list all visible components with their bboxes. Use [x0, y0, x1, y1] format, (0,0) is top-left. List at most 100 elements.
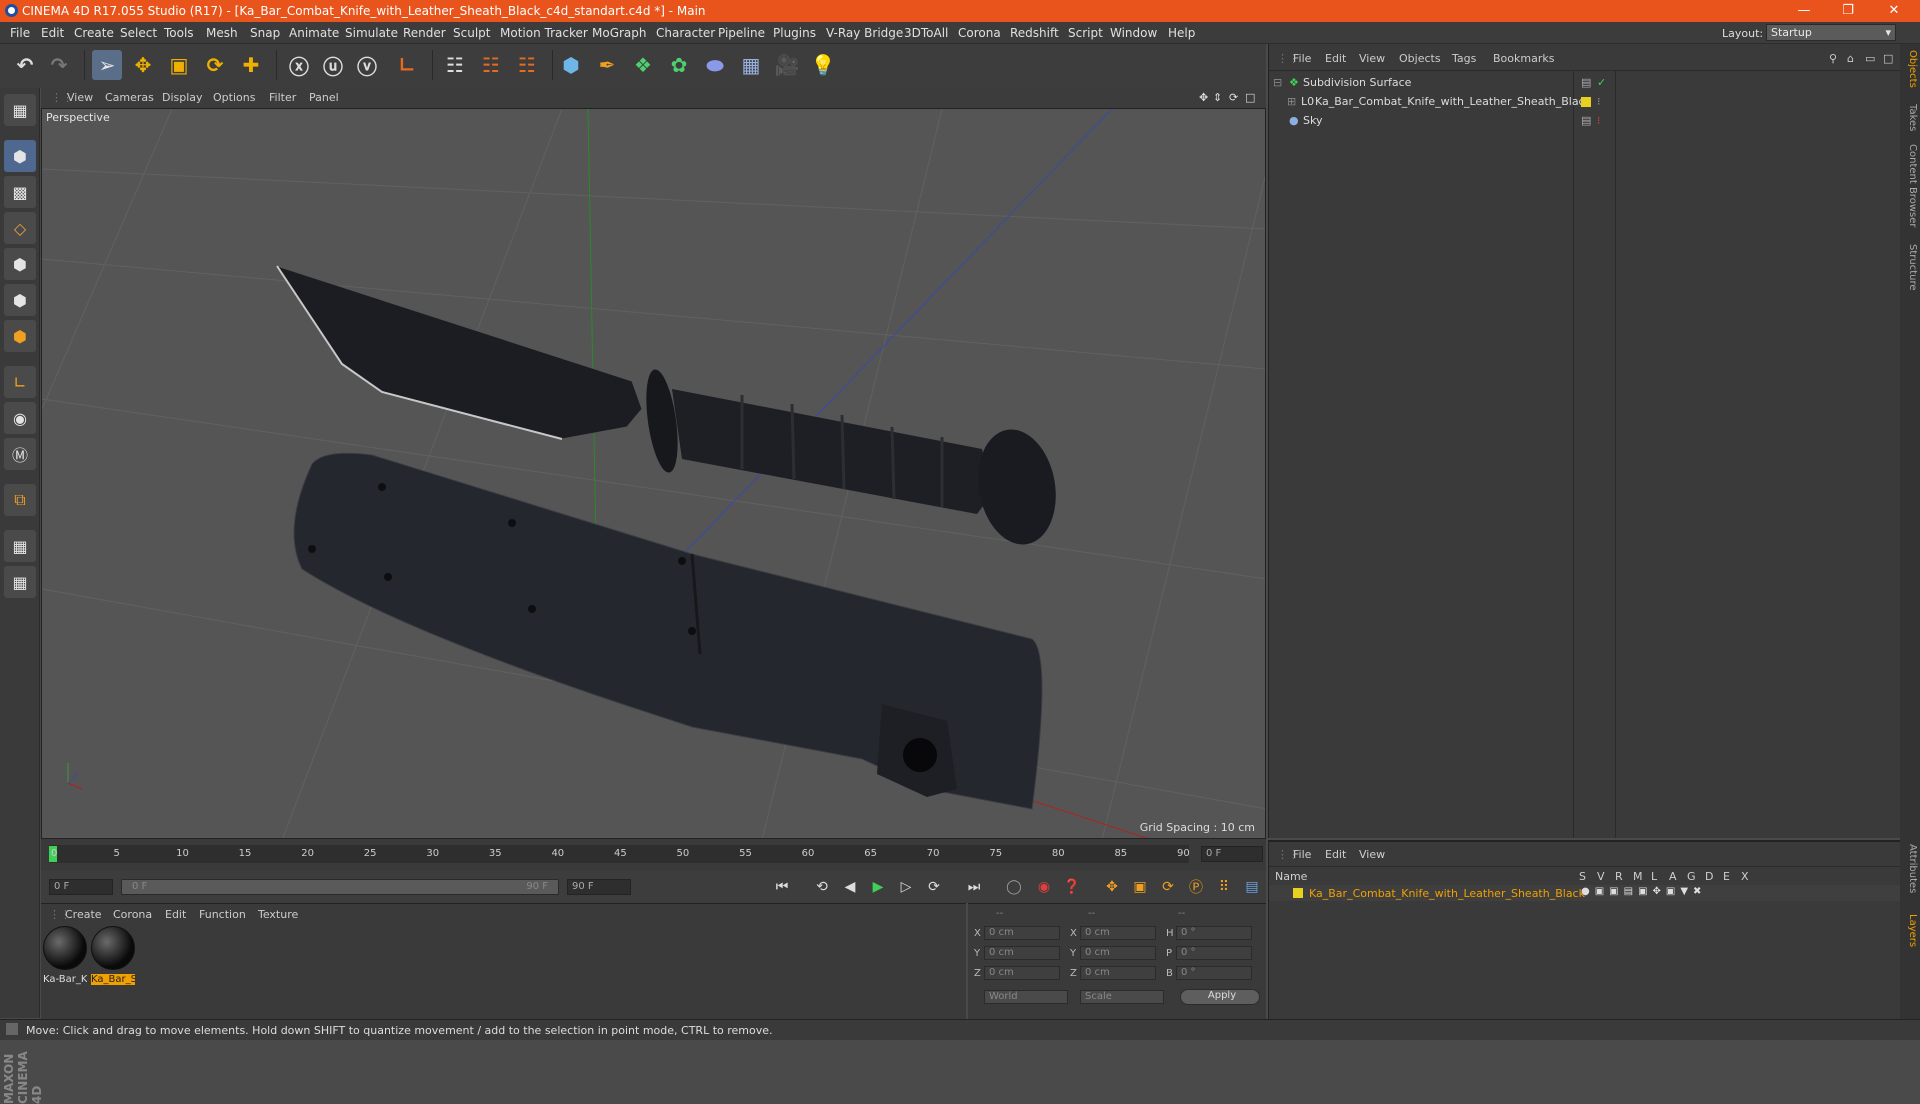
tweak-mode-icon[interactable]: ◉	[4, 402, 36, 434]
viewport-menu-display[interactable]: Display	[162, 91, 203, 104]
key-rotation-icon[interactable]: ⟳	[1157, 876, 1179, 898]
viewport-menu-cameras[interactable]: Cameras	[105, 91, 154, 104]
obj-menu-view[interactable]: View	[1359, 52, 1385, 65]
workplane-align-icon[interactable]: ▦	[4, 566, 36, 598]
viewport-menu-panel[interactable]: Panel	[309, 91, 339, 104]
layout-select[interactable]: Startup ▾	[1766, 24, 1896, 41]
model-mode-icon[interactable]: ⬢	[4, 140, 36, 172]
points-mode-icon[interactable]: ⬢	[4, 248, 36, 280]
rotation-b-field[interactable]: 0 °	[1176, 966, 1252, 980]
size-z-field[interactable]: 0 cm	[1080, 966, 1156, 980]
object-row[interactable]: ⊟ ❖ Subdivision Surface ▤ ✓	[1269, 74, 1901, 92]
edges-mode-icon[interactable]: ⬢	[4, 284, 36, 316]
mat-menu-texture[interactable]: Texture	[258, 908, 298, 921]
home-icon[interactable]: ⌂	[1847, 52, 1854, 65]
maximize-view-icon[interactable]: □	[1245, 91, 1255, 104]
visibility-icon[interactable]: ▤	[1581, 76, 1591, 89]
key-position-icon[interactable]: ✥	[1101, 876, 1123, 898]
material-swatch[interactable]	[43, 926, 87, 970]
prev-frame-icon[interactable]: ◀	[839, 876, 861, 898]
menu-snap[interactable]: Snap	[250, 26, 280, 40]
key-scale-icon[interactable]: ▣	[1129, 876, 1151, 898]
object-row[interactable]: ● Sky ▤ ⁝	[1269, 112, 1901, 130]
material-swatch[interactable]	[91, 926, 135, 970]
go-to-start-icon[interactable]: ⏮	[771, 876, 793, 898]
tab-layers[interactable]: Layers	[1902, 914, 1918, 947]
menu-create[interactable]: Create	[74, 26, 114, 40]
last-tool-icon[interactable]: ✚	[236, 50, 266, 80]
enabled-check-icon[interactable]: ✓	[1597, 76, 1606, 89]
rotation-p-field[interactable]: 0 °	[1176, 946, 1252, 960]
obj-menu-file[interactable]: File	[1293, 52, 1311, 65]
cube-icon[interactable]: ⬢	[556, 50, 586, 80]
y-axis-icon[interactable]: ⓤ	[318, 50, 348, 80]
rotate-view-icon[interactable]: ⟳	[1229, 91, 1238, 104]
object-row[interactable]: ⊞ L0 Ka_Bar_Combat_Knife_with_Leather_Sh…	[1269, 93, 1901, 111]
minimize-icon[interactable]: —	[1794, 3, 1814, 18]
timeline-window-icon[interactable]: ▤	[1241, 876, 1263, 898]
layer-menu-view[interactable]: View	[1359, 848, 1385, 861]
render-settings-icon[interactable]: ☷	[512, 50, 542, 80]
world-dropdown[interactable]: World	[984, 990, 1068, 1004]
zoom-view-icon[interactable]: ⇕	[1213, 91, 1222, 104]
menu-file[interactable]: File	[10, 26, 30, 40]
tab-attributes[interactable]: Attributes	[1902, 844, 1918, 893]
texture-mode-icon[interactable]: ▩	[4, 176, 36, 208]
tab-objects[interactable]: Objects	[1902, 50, 1918, 88]
timeline-ruler[interactable]: 0 5 10 15 20 25 30 35 40 45 50 55 60 65 70 75 80 85 90 0 F	[41, 839, 1266, 871]
menu-mograph[interactable]: MoGraph	[592, 26, 647, 40]
size-y-field[interactable]: 0 cm	[1080, 946, 1156, 960]
move-view-icon[interactable]: ✥	[1199, 91, 1208, 104]
layer-menu-file[interactable]: File	[1293, 848, 1311, 861]
obj-menu-bookmarks[interactable]: Bookmarks	[1493, 52, 1554, 65]
coordinate-system-icon[interactable]: ∟	[392, 50, 422, 80]
position-z-field[interactable]: 0 cm	[984, 966, 1060, 980]
workplane-lock-icon[interactable]: ▦	[4, 530, 36, 562]
floor-icon[interactable]: ▦	[736, 50, 766, 80]
undo-icon[interactable]: ↶	[10, 50, 40, 80]
apply-button[interactable]: Apply	[1180, 989, 1260, 1005]
keyframe-icon[interactable]: ◯	[1003, 876, 1025, 898]
snap-icon[interactable]: ⧉	[4, 484, 36, 516]
go-to-end-icon[interactable]: ⏭	[963, 876, 985, 898]
end-frame-field[interactable]: 90 F	[567, 879, 631, 895]
deformer-icon[interactable]: ⬬	[700, 50, 730, 80]
collapse-icon[interactable]: ▭	[1865, 52, 1875, 65]
make-editable-icon[interactable]: ▦	[4, 94, 36, 126]
render-view-icon[interactable]: ☷	[440, 50, 470, 80]
menu-render[interactable]: Render	[403, 26, 446, 40]
render-picture-viewer-icon[interactable]: ☷	[476, 50, 506, 80]
menu-help[interactable]: Help	[1168, 26, 1195, 40]
z-axis-icon[interactable]: ⓥ	[352, 50, 382, 80]
position-x-field[interactable]: 0 cm	[984, 926, 1060, 940]
record-icon[interactable]: ◉	[1033, 876, 1055, 898]
key-pla-icon[interactable]: ⠿	[1213, 876, 1235, 898]
menu-animate[interactable]: Animate	[289, 26, 339, 40]
menu-window[interactable]: Window	[1110, 26, 1157, 40]
rotation-h-field[interactable]: 0 °	[1176, 926, 1252, 940]
obj-menu-edit[interactable]: Edit	[1325, 52, 1346, 65]
mat-menu-create[interactable]: Create	[65, 908, 102, 921]
prev-key-icon[interactable]: ⟲	[811, 876, 833, 898]
polygons-mode-icon[interactable]: ⬢	[4, 320, 36, 352]
menu-3dtoall[interactable]: 3DToAll	[904, 26, 948, 40]
scale-tool-icon[interactable]: ▣	[164, 50, 194, 80]
layer-flag-icons[interactable]: ●▣▣▤▣✥▣▼✖	[1581, 886, 1706, 897]
mat-menu-corona[interactable]: Corona	[113, 908, 152, 921]
next-key-icon[interactable]: ⟳	[923, 876, 945, 898]
menu-tools[interactable]: Tools	[164, 26, 194, 40]
camera-icon[interactable]: 🎥	[772, 50, 802, 80]
menu-plugins[interactable]: Plugins	[773, 26, 816, 40]
obj-menu-objects[interactable]: Objects	[1399, 52, 1441, 65]
mat-menu-function[interactable]: Function	[199, 908, 246, 921]
menu-pipeline[interactable]: Pipeline	[718, 26, 765, 40]
viewport-menu-filter[interactable]: Filter	[269, 91, 296, 104]
layer-color-swatch[interactable]	[1293, 888, 1303, 898]
3d-viewport[interactable]: Perspective Grid Spacing : 10 cm	[41, 108, 1266, 839]
layer-row[interactable]: Ka_Bar_Combat_Knife_with_Leather_Sheath_…	[1269, 885, 1901, 901]
viewport-menu-view[interactable]: View	[67, 91, 93, 104]
start-frame-field[interactable]: 0 F	[49, 879, 113, 895]
redo-icon[interactable]: ↷	[44, 50, 74, 80]
move-tool-icon[interactable]: ✥	[128, 50, 158, 80]
live-selection-icon[interactable]: ➢	[92, 50, 122, 80]
